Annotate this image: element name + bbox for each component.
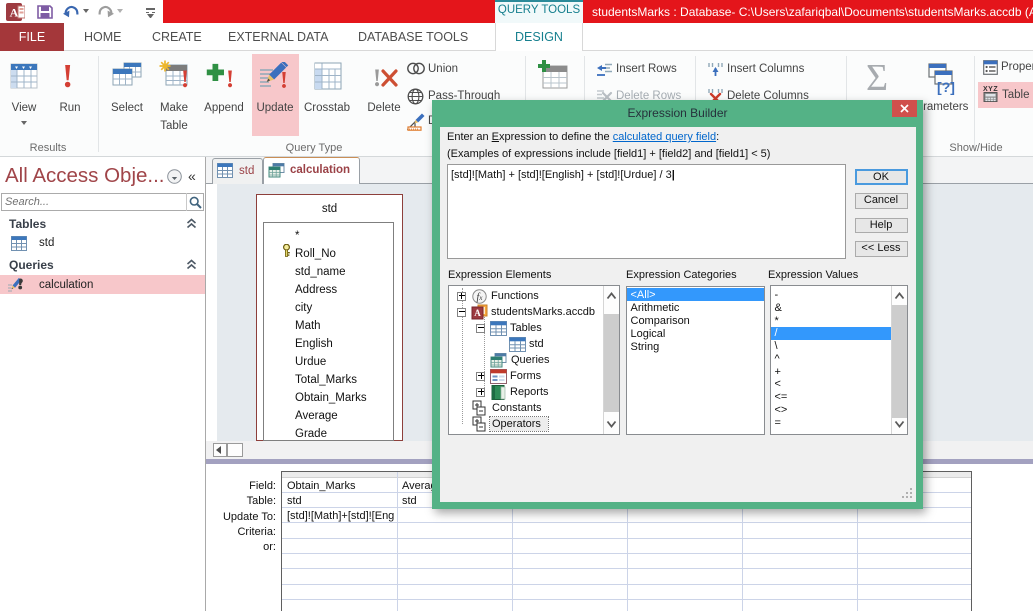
svg-text:[?]: [?] (937, 79, 955, 95)
svg-text:A: A (474, 308, 481, 318)
svg-text:A: A (10, 6, 19, 20)
svg-text:!: ! (280, 68, 288, 94)
svg-text:!: ! (226, 66, 234, 92)
svg-text:XYZ: XYZ (983, 86, 998, 93)
svg-text:fx: fx (477, 292, 484, 303)
svg-text:!: ! (181, 66, 189, 92)
svg-text:!: ! (373, 65, 381, 92)
